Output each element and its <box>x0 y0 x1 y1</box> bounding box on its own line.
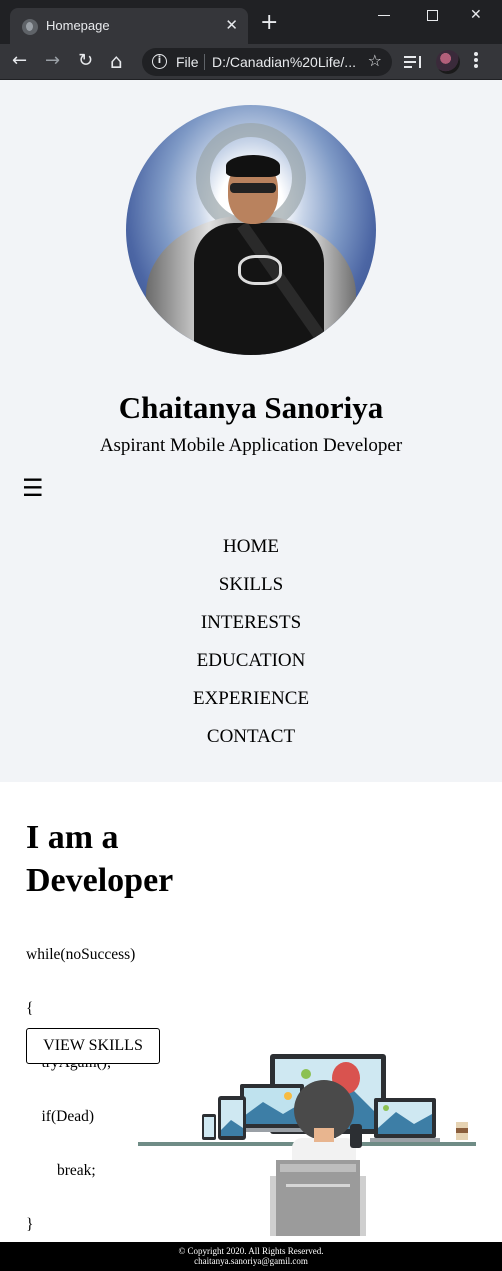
code-snippet: while(noSuccess) { tryAgain(); if(Dead) … <box>26 910 135 1270</box>
footer: © Copyright 2020. All Rights Reserved. c… <box>0 1242 502 1271</box>
url-text[interactable]: D:/Canadian%20Life/... <box>212 54 356 70</box>
code-line: } <box>26 1216 34 1233</box>
code-line: break; <box>26 1162 96 1179</box>
window-close-icon[interactable]: ✕ <box>470 6 482 24</box>
nav-item-home[interactable]: HOME <box>0 534 502 572</box>
minimize-icon[interactable] <box>378 15 390 16</box>
maximize-icon[interactable] <box>427 10 438 21</box>
divider <box>204 54 205 70</box>
profile-photo <box>126 105 376 355</box>
hamburger-menu-icon[interactable]: ☰ <box>22 476 44 500</box>
home-icon[interactable]: ⌂ <box>110 50 123 72</box>
url-scheme-label: File <box>176 54 199 70</box>
browser-tab-strip: Homepage ✕ + ✕ <box>0 0 502 44</box>
code-line: while(noSuccess) <box>26 946 136 963</box>
forward-arrow-icon[interactable]: → <box>45 50 60 72</box>
nav-item-skills[interactable]: SKILLS <box>0 572 502 610</box>
nav-item-contact[interactable]: CONTACT <box>0 724 502 762</box>
headline-line-2: Developer <box>26 862 174 899</box>
more-menu-icon[interactable] <box>474 52 478 70</box>
profile-avatar[interactable] <box>436 50 460 74</box>
reload-icon[interactable]: ↻ <box>78 50 93 72</box>
code-line: if(Dead) <box>26 1108 95 1125</box>
hero-headline: I am a Developer <box>26 816 173 902</box>
info-icon[interactable]: i <box>152 54 167 69</box>
media-control-icon[interactable] <box>404 54 422 70</box>
browser-toolbar: ← → ↻ ⌂ i File D:/Canadian%20Life/... ☆ <box>0 44 502 80</box>
bookmark-star-icon[interactable]: ☆ <box>368 51 382 70</box>
nav-item-experience[interactable]: EXPERIENCE <box>0 686 502 724</box>
globe-icon <box>22 19 38 35</box>
hero-section: I am a Developer while(noSuccess) { tryA… <box>0 782 502 1242</box>
headline-line-1: I am a <box>26 819 119 856</box>
code-line: { <box>26 1000 34 1017</box>
profile-header: Chaitanya Sanoriya Aspirant Mobile Appli… <box>0 80 502 782</box>
developer-illustration <box>138 1054 476 1236</box>
profile-name: Chaitanya Sanoriya <box>118 390 384 425</box>
new-tab-button[interactable]: + <box>260 12 278 34</box>
back-arrow-icon[interactable]: ← <box>12 50 27 72</box>
profile-tagline: Aspirant Mobile Application Developer <box>99 435 403 456</box>
browser-tab[interactable]: Homepage ✕ <box>10 8 248 44</box>
tab-close-icon[interactable]: ✕ <box>225 16 238 34</box>
tab-title: Homepage <box>46 18 110 33</box>
nav-item-education[interactable]: EDUCATION <box>0 648 502 686</box>
footer-copyright: © Copyright 2020. All Rights Reserved. <box>178 1246 324 1256</box>
nav-item-interests[interactable]: INTERESTS <box>0 610 502 648</box>
footer-email[interactable]: chaitanya.sanoriya@gamil.com <box>0 1256 502 1266</box>
address-bar[interactable]: i File D:/Canadian%20Life/... ☆ <box>142 48 392 76</box>
main-nav: HOME SKILLS INTERESTS EDUCATION EXPERIEN… <box>0 534 502 762</box>
